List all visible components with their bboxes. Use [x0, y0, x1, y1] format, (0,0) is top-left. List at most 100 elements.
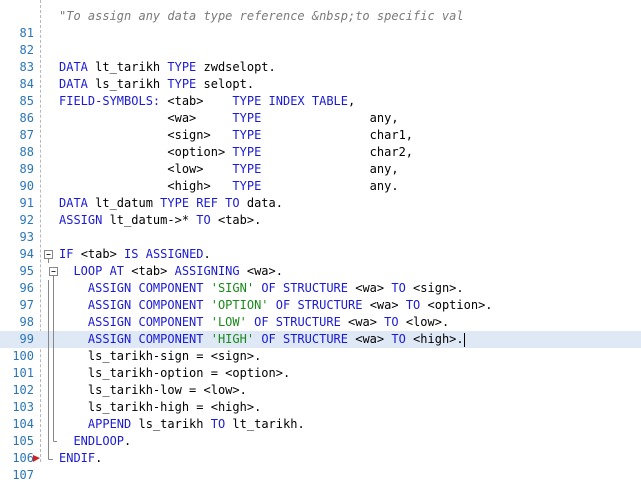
keyword-token: TYPE REF TO — [160, 196, 247, 210]
code-text[interactable]: DATA lt_tarikh TYPE zwdselopt. — [59, 59, 276, 76]
code-token: ls_tarikh — [138, 417, 211, 431]
code-line[interactable]: 83 DATA lt_tarikh TYPE zwdselopt. — [0, 59, 641, 76]
code-line[interactable]: 81 — [0, 25, 641, 42]
code-token: . — [95, 451, 103, 465]
code-text[interactable]: <sign> TYPE char1, — [59, 127, 413, 144]
code-editor[interactable]: "To assign any data type reference &nbsp… — [0, 0, 641, 482]
code-line[interactable]: 82 — [0, 42, 641, 59]
code-text[interactable]: APPEND ls_tarikh TO lt_tarikh. — [59, 416, 305, 433]
code-line[interactable]: 106 ENDIF. — [0, 450, 641, 467]
code-text[interactable]: ENDIF. — [59, 450, 102, 467]
code-token: lt_datum — [95, 196, 161, 210]
fold-collapse-icon[interactable] — [44, 263, 58, 280]
code-line[interactable]: 90 <high> TYPE any. — [0, 178, 641, 195]
keyword-token: TO — [196, 213, 218, 227]
keyword-token: TYPE — [167, 77, 204, 91]
code-line[interactable]: 101 ls_tarikh-option = <option>. — [0, 365, 641, 382]
fold-collapse-icon[interactable] — [44, 246, 56, 263]
code-text[interactable]: LOOP AT <tab> ASSIGNING <wa>. — [59, 263, 283, 280]
code-text[interactable]: DATA ls_tarikh TYPE selopt. — [59, 76, 254, 93]
code-line[interactable]: 103 ls_tarikh-high = <high>. — [0, 399, 641, 416]
keyword-token: OF STRUCTURE — [275, 298, 370, 312]
code-line[interactable]: 104 APPEND ls_tarikh TO lt_tarikh. — [0, 416, 641, 433]
error-marker-icon — [33, 455, 40, 462]
code-text[interactable]: <high> TYPE any. — [59, 178, 399, 195]
code-line[interactable]: "To assign any data type reference &nbsp… — [0, 8, 641, 25]
code-token: <wa> — [369, 298, 406, 312]
code-text[interactable]: ls_tarikh-option = <option>. — [59, 365, 290, 382]
line-number: 94 — [19, 247, 34, 261]
code-line[interactable]: 93 — [0, 229, 641, 246]
code-text[interactable]: ENDLOOP. — [59, 433, 131, 450]
code-token: <option>. — [427, 298, 493, 312]
fold-guide-line — [44, 348, 56, 365]
code-text[interactable]: <wa> TYPE any, — [59, 110, 399, 127]
code-line[interactable]: 85 FIELD-SYMBOLS: <tab> TYPE INDEX TABLE, — [0, 93, 641, 110]
keyword-token: TO — [384, 315, 406, 329]
keyword-token: ASSIGN — [59, 213, 110, 227]
code-line[interactable]: 92 ASSIGN lt_datum->* TO <tab>. — [0, 212, 641, 229]
code-text[interactable]: ASSIGN COMPONENT 'LOW' OF STRUCTURE <wa>… — [59, 314, 449, 331]
code-token: <wa> — [59, 111, 233, 125]
keyword-token: TYPE — [232, 145, 262, 159]
code-line[interactable]: 100 ls_tarikh-sign = <sign>. — [0, 348, 641, 365]
code-line[interactable]: 98 ASSIGN COMPONENT 'LOW' OF STRUCTURE <… — [0, 314, 641, 331]
code-line[interactable]: 91 DATA lt_datum TYPE REF TO data. — [0, 195, 641, 212]
line-number: 89 — [19, 162, 34, 176]
code-token: ls_tarikh-option = <option>. — [59, 366, 291, 380]
fold-guide-line — [44, 399, 56, 416]
code-text[interactable]: ASSIGN COMPONENT 'SIGN' OF STRUCTURE <wa… — [59, 280, 464, 297]
comment-token: "To assign any data type reference &nbsp… — [59, 9, 464, 23]
code-text[interactable]: FIELD-SYMBOLS: <tab> TYPE INDEX TABLE, — [59, 93, 355, 110]
code-text[interactable]: ls_tarikh-high = <high>. — [59, 399, 261, 416]
code-text[interactable]: <low> TYPE any, — [59, 161, 398, 178]
code-text[interactable]: <option> TYPE char2, — [59, 144, 413, 161]
code-line[interactable]: 87 <sign> TYPE char1, — [0, 127, 641, 144]
keyword-token: ENDLOOP — [73, 434, 125, 448]
code-text[interactable]: DATA lt_datum TYPE REF TO data. — [59, 195, 283, 212]
code-text[interactable]: ASSIGN COMPONENT 'HIGH' OF STRUCTURE <wa… — [59, 331, 464, 348]
line-number: 98 — [19, 315, 34, 329]
code-token: any, — [261, 111, 399, 125]
line-number: 81 — [19, 26, 34, 40]
line-number: 100 — [12, 349, 34, 363]
line-number: 95 — [19, 264, 34, 278]
code-line[interactable]: 107 — [0, 467, 641, 484]
code-token: lt_datum->* — [109, 213, 197, 227]
keyword-token: IF — [59, 247, 81, 261]
code-line[interactable]: 88 <option> TYPE char2, — [0, 144, 641, 161]
code-line[interactable]: 96 ASSIGN COMPONENT 'SIGN' OF STRUCTURE … — [0, 280, 641, 297]
code-line[interactable]: 86 <wa> TYPE any, — [0, 110, 641, 127]
code-token: data. — [246, 196, 283, 210]
code-text[interactable]: ls_tarikh-low = <low>. — [59, 382, 247, 399]
code-line[interactable]: 99 ASSIGN COMPONENT 'HIGH' OF STRUCTURE … — [0, 331, 641, 348]
code-text[interactable]: ASSIGN COMPONENT 'OPTION' OF STRUCTURE <… — [59, 297, 493, 314]
code-line[interactable]: 84 DATA ls_tarikh TYPE selopt. — [0, 76, 641, 93]
string-token: 'SIGN' — [210, 281, 262, 295]
code-text[interactable]: IF <tab> IS ASSIGNED. — [59, 246, 211, 263]
code-token: any. — [261, 179, 399, 193]
code-line[interactable]: 89 <low> TYPE any, — [0, 161, 641, 178]
code-line[interactable]: 105 ENDLOOP. — [0, 433, 641, 450]
keyword-token: TO — [391, 332, 414, 346]
code-text[interactable]: ASSIGN lt_datum->* TO <tab>. — [59, 212, 261, 229]
code-text[interactable]: ls_tarikh-sign = <sign>. — [59, 348, 261, 365]
code-line[interactable]: 97 ASSIGN COMPONENT 'OPTION' OF STRUCTUR… — [0, 297, 641, 314]
code-line[interactable]: 94 IF <tab> IS ASSIGNED. — [0, 246, 641, 263]
keyword-token: ENDIF — [59, 451, 96, 465]
fold-guide-line — [44, 416, 56, 433]
fold-end-marker — [44, 450, 56, 467]
code-line[interactable]: 102 ls_tarikh-low = <low>. — [0, 382, 641, 399]
string-token: 'OPTION' — [210, 298, 276, 312]
code-line[interactable]: 95 LOOP AT <tab> ASSIGNING <wa>. — [0, 263, 641, 280]
code-token: ls_tarikh — [95, 77, 168, 91]
line-number: 82 — [19, 43, 34, 57]
keyword-token: OF STRUCTURE — [254, 315, 349, 329]
fold-guide-line — [44, 297, 56, 314]
keyword-token: ASSIGN COMPONENT — [87, 298, 211, 312]
code-text[interactable]: "To assign any data type reference &nbsp… — [59, 8, 464, 25]
keyword-token: DATA — [59, 77, 96, 91]
code-token: <sign>. — [413, 281, 464, 295]
